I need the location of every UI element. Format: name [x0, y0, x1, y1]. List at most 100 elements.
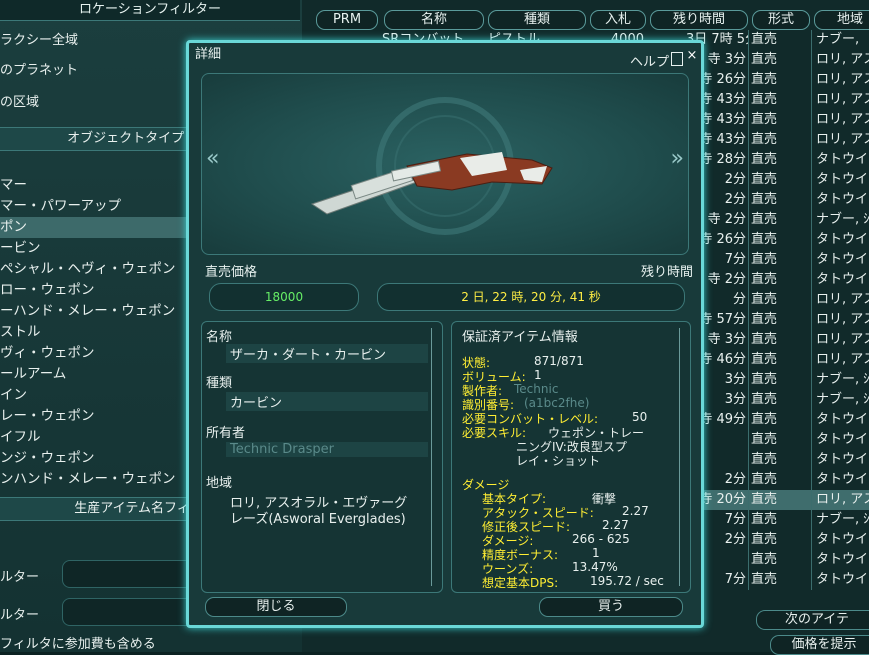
price-value: 18000 [209, 283, 359, 311]
make-offer-button[interactable]: 価格を提示 [770, 635, 869, 655]
time-remaining-label: 残り時間 [640, 265, 693, 280]
name-value: ザーカ・ダート・カービン [226, 344, 428, 363]
include-vendor-checkbox-label[interactable]: フィルタに参加費も含める [0, 633, 156, 652]
cell-format: 直売 [749, 290, 812, 310]
cell-location: タトウイ [816, 272, 869, 287]
column-header-format[interactable]: 形式 [752, 10, 810, 30]
cell-format: 直売 [749, 530, 812, 550]
info-serial-value: (a1bc2fhe) [524, 396, 590, 410]
cell-format: 直売 [749, 350, 812, 370]
time-remaining-value: 2 日, 22 時, 20 分, 41 秒 [377, 283, 685, 311]
filter-label: のプラネット [0, 63, 79, 78]
cell-location: タトウイ [816, 452, 869, 467]
column-header-name[interactable]: 名称 [384, 10, 484, 30]
column-header-prm[interactable]: PRM [316, 10, 378, 30]
cell-location: ロリ, アス [816, 112, 869, 127]
cell-location: ロリ, アス [816, 92, 869, 107]
column-header-type[interactable]: 種類 [488, 10, 586, 30]
cell-location: ナブー, [816, 32, 860, 47]
cell-location: タトウイ [816, 472, 869, 487]
cell-location: ロリ, アス [816, 332, 869, 347]
cell-format: 直売 [749, 510, 812, 530]
owner-value: Technic Drasper [226, 442, 428, 457]
cell-location: タトウイ [816, 192, 869, 207]
cell-format: 直売 [749, 230, 812, 250]
cell-format: 直売 [749, 430, 812, 450]
dialog-title: 詳細 [195, 47, 222, 62]
info-skill-value-3: レイ・ショット [516, 454, 601, 468]
cell-location: ロリ, アス [816, 492, 869, 507]
cell-location: タトウイ [816, 232, 869, 247]
cell-location: ロリ, アス [816, 72, 869, 87]
fields-scrollbar[interactable] [431, 328, 438, 586]
cell-location: タトウイ [816, 152, 869, 167]
info-dps-value: 195.72 / sec [590, 574, 664, 588]
filter-label-1: ルター [0, 570, 40, 585]
location-value-line2: レーズ(Asworal Everglades) [230, 512, 406, 527]
buy-button[interactable]: 買う [539, 597, 683, 617]
cell-location: タトウイ [816, 172, 869, 187]
close-icon[interactable]: × [685, 49, 699, 63]
cell-location: ロリ, アス [816, 52, 869, 67]
close-button[interactable]: 閉じる [205, 597, 347, 617]
item-detail-dialog: 詳細 ヘルプ × « » 直売価格 残り時間 18000 2 日, 22 時, … [186, 40, 704, 628]
cell-format: 直売 [749, 150, 812, 170]
cell-location: タトウイ [816, 572, 869, 587]
name-label: 名称 [206, 330, 233, 345]
cell-location: ナブー, ｼ [816, 512, 869, 527]
column-header-time[interactable]: 残り時間 [650, 10, 748, 30]
cell-format: 直売 [749, 130, 812, 150]
cell-format: 直売 [749, 310, 812, 330]
info-scrollbar[interactable] [679, 328, 686, 586]
cell-location: ナブー, ｼ [816, 212, 869, 227]
cell-location: タトウイ [816, 432, 869, 447]
cell-format: 直売 [749, 330, 812, 350]
cell-format: 直売 [749, 50, 812, 70]
item-fields-panel: 名称 ザーカ・ダート・カービン 種類 カービン 所有者 Technic Dras… [201, 321, 443, 593]
cell-location: タトウイ [816, 412, 869, 427]
cell-format: 直売 [749, 270, 812, 290]
type-label: 種類 [206, 376, 233, 391]
owner-label: 所有者 [206, 426, 246, 441]
cell-format: 直売 [749, 70, 812, 90]
type-value: カービン [226, 392, 428, 411]
carbine-icon [310, 152, 553, 215]
cell-location: タトウイ [816, 552, 869, 567]
cell-format: 直売 [749, 210, 812, 230]
minimize-icon[interactable] [671, 52, 683, 66]
cell-location: ロリ, アス [816, 352, 869, 367]
cell-location: ナブー, ｼ [816, 372, 869, 387]
next-item-button[interactable]: 次のアイテ [756, 610, 869, 630]
cell-location: ロリ, アス [816, 312, 869, 327]
cell-format: 直売 [749, 390, 812, 410]
info-combat_level-value: 50 [632, 410, 648, 424]
cell-format: 直売 [749, 470, 812, 490]
cell-format: 直売 [749, 30, 812, 50]
item-preview: « » [201, 73, 689, 255]
help-button[interactable]: ヘルプ [630, 51, 669, 70]
info-modified_speed-value: 2.27 [602, 518, 629, 532]
previous-image-arrow-icon[interactable]: « [206, 146, 219, 171]
verified-info-header: 保証済アイテム情報 [462, 330, 578, 345]
cell-format: 直売 [749, 110, 812, 130]
filter-label: の区域 [0, 95, 40, 110]
info-dps-label: 想定基本DPS: [482, 576, 559, 590]
info-wound-value: 13.47% [572, 560, 618, 574]
cell-location: タトウイ [816, 532, 869, 547]
next-image-arrow-icon[interactable]: » [671, 146, 684, 171]
info-crafter-value: Technic [514, 382, 559, 396]
cell-location: タトウイ [816, 252, 869, 267]
verified-info-panel: 保証済アイテム情報 状態: 871/871 ボリューム: 1 製作者: Technic 識別… [451, 321, 691, 593]
cell-format: 直売 [749, 410, 812, 430]
column-header-bid[interactable]: 入札 [590, 10, 646, 30]
cell-location: ナブー, ｼ [816, 392, 869, 407]
location-label: 地域 [206, 476, 233, 491]
column-header-location[interactable]: 地域 [814, 10, 869, 30]
cell-format: 直売 [749, 170, 812, 190]
info-damage-value: 266 - 625 [572, 532, 630, 546]
info-base_type-value: 衝撃 [592, 492, 617, 506]
info-condition-value: 871/871 [534, 354, 584, 368]
filter-label-2: ルター [0, 608, 40, 623]
location-filter-title: ロケーションフィルター [0, 0, 300, 21]
price-label: 直売価格 [205, 265, 258, 280]
